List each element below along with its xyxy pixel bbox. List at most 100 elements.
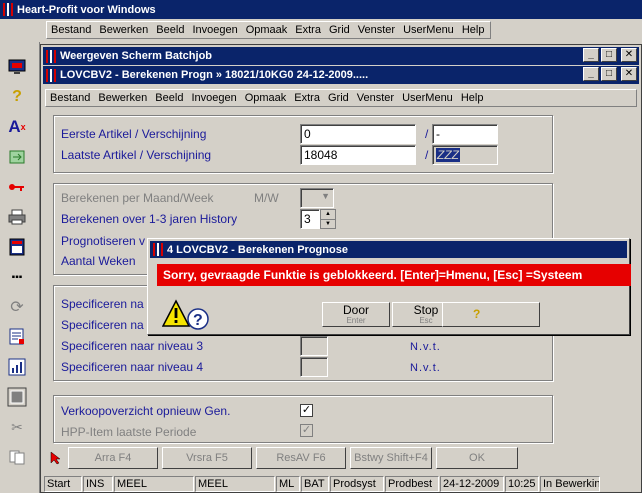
laatste-artikel-input[interactable]: 18048 — [300, 145, 416, 165]
menu-usermenu[interactable]: UserMenu — [398, 92, 457, 104]
door-key: Enter — [346, 315, 366, 325]
menu-bewerken[interactable]: Bewerken — [94, 92, 151, 104]
dots-icon[interactable]: ▪▪▪ — [6, 266, 28, 288]
key-icon[interactable] — [6, 176, 28, 198]
app-menu-bewerken[interactable]: Bewerken — [95, 24, 152, 36]
scissors-icon[interactable]: ✂ — [6, 416, 28, 438]
window-icon[interactable] — [6, 386, 28, 408]
hpp-item-checkbox[interactable]: ✓ — [300, 424, 313, 437]
bstwy-button[interactable]: Bstwy Shift+F4 — [350, 447, 432, 469]
status-ins: INS — [83, 476, 113, 492]
spec-niveau4-label: Specificeren naar niveau 4 — [61, 360, 204, 374]
over-jaren-input[interactable]: 3 — [300, 209, 320, 229]
printer-icon[interactable] — [6, 206, 28, 228]
minimize-icon[interactable]: _ — [583, 67, 599, 81]
app-menu-venster[interactable]: Venster — [354, 24, 399, 36]
spec-niveau3-value: N.v.t. — [410, 341, 441, 353]
status-state: In Bewerking — [540, 476, 600, 492]
laatste-verschijning-input[interactable]: ZZZ — [432, 145, 498, 165]
status-ml: ML — [276, 476, 300, 492]
spec-niveau4-input[interactable] — [300, 357, 328, 377]
door-button[interactable]: Door Enter — [322, 302, 390, 327]
app-menu-opmaak[interactable]: Opmaak — [242, 24, 292, 36]
resav-button[interactable]: ResAV F6 — [256, 447, 346, 469]
svg-text:?: ? — [193, 312, 203, 329]
form-menu-bar: Bestand Bewerken Beeld Invoegen Opmaak E… — [45, 89, 637, 107]
status-bat: BAT — [301, 476, 329, 492]
per-maand-select[interactable]: ▼ — [300, 188, 334, 208]
menu-beeld[interactable]: Beeld — [151, 92, 187, 104]
close-icon[interactable]: ✕ — [621, 67, 637, 81]
menu-invoegen[interactable]: Invoegen — [187, 92, 240, 104]
app-menu-bestand[interactable]: Bestand — [47, 24, 95, 36]
spec-niveau2-label: Specificeren na — [61, 318, 144, 332]
copy-icon[interactable] — [6, 446, 28, 468]
refresh-icon[interactable]: ⟳ — [6, 296, 28, 318]
dialog-title: 4 LOVCBV2 - Berekenen Prognose — [167, 243, 348, 256]
door-label: Door — [342, 303, 369, 317]
spec-niveau3-input[interactable] — [300, 336, 328, 356]
monitor-icon[interactable] — [6, 56, 28, 78]
spec-niveau1-label: Specificeren na — [61, 297, 144, 311]
eerste-separator: / — [425, 127, 429, 141]
help-button[interactable]: ? — [442, 302, 540, 327]
help-icon[interactable]: ? — [6, 86, 28, 108]
menu-help[interactable]: Help — [457, 92, 488, 104]
spin-up-icon[interactable]: ▲ — [321, 210, 335, 220]
app-menu-extra[interactable]: Extra — [291, 24, 325, 36]
over-jaren-stepper[interactable]: ▲ ▼ — [320, 209, 336, 229]
menu-bestand[interactable]: Bestand — [46, 92, 94, 104]
maximize-icon[interactable]: □ — [601, 48, 617, 62]
options-group: Verkoopoverzicht opnieuw Gen. ✓ HPP-Item… — [53, 395, 553, 443]
button-row: Arra F4 Vrsra F5 ResAV F6 Bstwy Shift+F4… — [44, 446, 642, 470]
menu-extra[interactable]: Extra — [290, 92, 324, 104]
status-user: MEEL — [114, 476, 194, 492]
over-jaren-label: Berekenen over 1-3 jaren History — [61, 212, 238, 226]
app-logo — [3, 3, 13, 16]
eerste-verschijning-input[interactable]: - — [432, 124, 498, 144]
app-menu-bar: Bestand Bewerken Beeld Invoegen Opmaak E… — [46, 21, 492, 39]
app-title: Heart-Profit voor Windows — [17, 3, 156, 16]
hpp-item-label: HPP-Item laatste Periode — [61, 425, 197, 439]
minimize-icon[interactable]: _ — [583, 48, 599, 62]
form-icon[interactable] — [6, 326, 28, 348]
menu-opmaak[interactable]: Opmaak — [241, 92, 291, 104]
maximize-icon[interactable]: □ — [601, 67, 617, 81]
side-toolbar: ? Ax ▪▪▪ ⟳ ✂ — [0, 42, 40, 493]
status-bar: Start INS MEEL MEEL ML BAT Prodsyst Prod… — [44, 476, 642, 492]
menu-grid[interactable]: Grid — [324, 92, 353, 104]
app-menu-grid[interactable]: Grid — [325, 24, 354, 36]
eerste-artikel-label: Eerste Artikel / Verschijning — [61, 127, 207, 141]
arra-button[interactable]: Arra F4 — [68, 447, 158, 469]
stop-key: Esc — [419, 315, 433, 325]
per-maand-mw-label: M/W — [254, 191, 279, 205]
ok-button[interactable]: OK — [436, 447, 518, 469]
eerste-artikel-input[interactable]: 0 — [300, 124, 416, 144]
app-menu-invoegen[interactable]: Invoegen — [188, 24, 241, 36]
stop-label: Stop — [413, 303, 439, 317]
laatste-verschijning-value: ZZZ — [436, 148, 460, 162]
article-range-group: Eerste Artikel / Verschijning 0 / - Laat… — [53, 115, 553, 173]
form-title-bar: LOVCBV2 - Berekenen Progn » 18021/10KG0 … — [43, 66, 639, 84]
chart-icon[interactable] — [6, 356, 28, 378]
status-system: Prodsyst — [330, 476, 384, 492]
transfer-icon[interactable] — [6, 146, 28, 168]
status-start[interactable]: Start — [44, 476, 82, 492]
app-menu-beeld[interactable]: Beeld — [152, 24, 188, 36]
app-menu-usermenu[interactable]: UserMenu — [399, 24, 458, 36]
app-menu-help[interactable]: Help — [458, 24, 489, 36]
dialog-title-bar: 4 LOVCBV2 - Berekenen Prognose — [150, 241, 627, 258]
spin-down-icon[interactable]: ▼ — [321, 220, 335, 229]
per-maand-label: Berekenen per Maand/Week — [61, 191, 214, 205]
status-user2: MEEL — [195, 476, 275, 492]
error-dialog: 4 LOVCBV2 - Berekenen Prognose Sorry, ge… — [147, 238, 631, 335]
status-date: 24-12-2009 — [440, 476, 504, 492]
verkoopoverzicht-checkbox[interactable]: ✓ — [300, 404, 313, 417]
calculator-icon[interactable] — [6, 236, 28, 258]
close-icon[interactable]: ✕ — [621, 48, 637, 62]
vrsra-button[interactable]: Vrsra F5 — [162, 447, 252, 469]
verkoopoverzicht-label: Verkoopoverzicht opnieuw Gen. — [61, 404, 231, 418]
menu-venster[interactable]: Venster — [353, 92, 398, 104]
batchjob-title-bar: Weergeven Scherm Batchjob _ □ ✕ — [43, 47, 639, 65]
font-icon[interactable]: Ax — [6, 116, 28, 138]
